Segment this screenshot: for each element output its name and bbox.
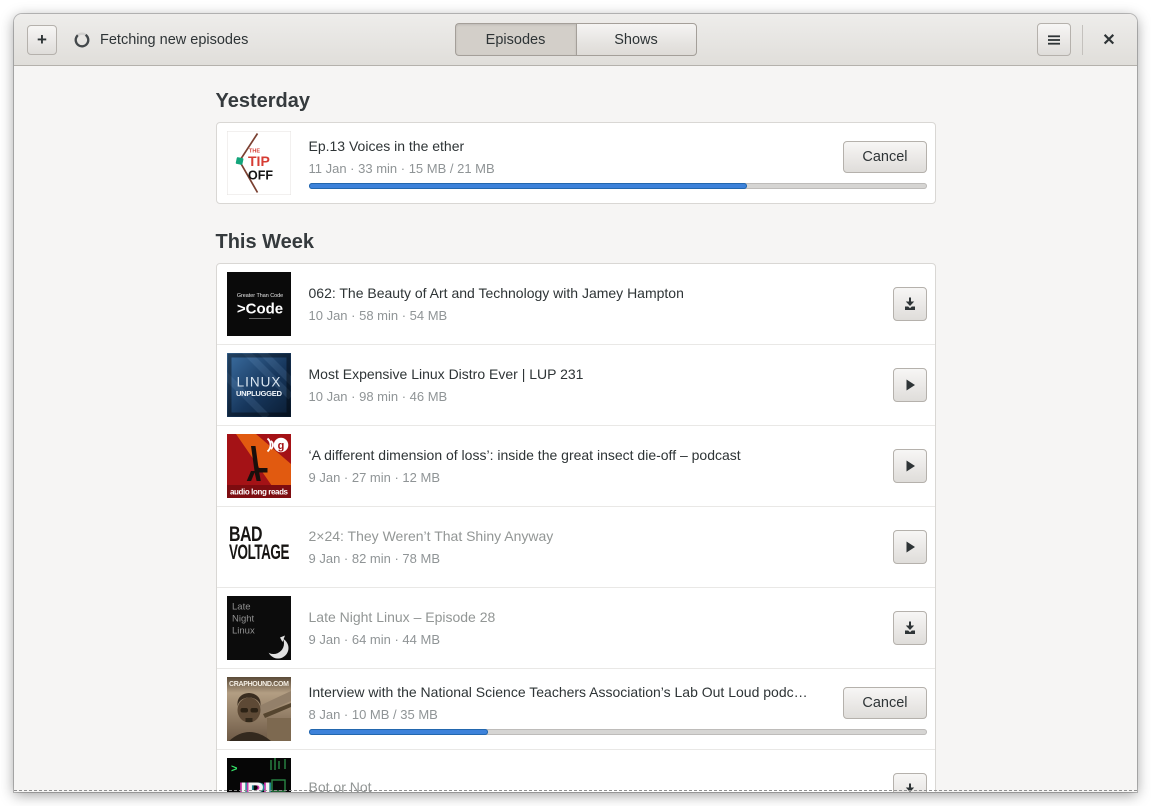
- scroll-undershoot-indicator: [14, 790, 1137, 791]
- play-icon: [906, 541, 915, 553]
- svg-text:>: >: [231, 763, 237, 775]
- episode-row-tip-off[interactable]: THE TIP OFF Ep.13 Voices in the ether 11…: [217, 123, 935, 203]
- section-title-yesterday: Yesterday: [215, 90, 311, 112]
- hamburger-icon: [1048, 34, 1060, 45]
- episode-row-craphound[interactable]: CRAPHOUND.COM Interview with the Nationa…: [216, 668, 935, 749]
- svg-text:audio long reads: audio long reads: [230, 488, 289, 497]
- svg-text:Night: Night: [232, 614, 255, 625]
- cancel-download-button[interactable]: Cancel: [843, 140, 927, 173]
- podcast-cover-greater-than-code: Greater Than Code >Code: [226, 272, 291, 336]
- episode-meta: 10 Jan · 98 min · 46 MB: [308, 389, 448, 404]
- play-button[interactable]: [892, 530, 927, 564]
- section-title-this-week: This Week: [215, 231, 315, 253]
- svg-text:VOLTAGE: VOLTAGE: [229, 540, 289, 564]
- episode-row-linux-unplugged[interactable]: LINUX UNPLUGGED Most Expensive Linux Dis…: [216, 344, 935, 425]
- svg-text:CRAPHOUND.COM: CRAPHOUND.COM: [229, 681, 289, 688]
- podcast-cover-audio-long-reads: g audio long reads: [226, 434, 291, 498]
- svg-text:g: g: [277, 440, 284, 452]
- download-icon: [904, 297, 915, 310]
- episode-title: 062: The Beauty of Art and Technology wi…: [308, 285, 684, 301]
- play-button[interactable]: [892, 368, 927, 402]
- close-window-button[interactable]: ✕: [1094, 25, 1124, 55]
- episode-row-bad-voltage[interactable]: BAD VOLTAGE 2×24: They Weren’t That Shin…: [216, 506, 935, 587]
- play-button[interactable]: [892, 449, 927, 483]
- episode-title: Interview with the National Science Teac…: [308, 683, 808, 700]
- svg-text:UNPLUGGED: UNPLUGGED: [236, 389, 283, 398]
- episode-meta: 8 Jan · 10 MB / 35 MB: [308, 706, 438, 722]
- download-button[interactable]: [892, 611, 927, 645]
- episode-title: Ep.13 Voices in the ether: [308, 137, 465, 154]
- episode-title: 2×24: They Weren’t That Shiny Anyway: [308, 528, 554, 544]
- download-button[interactable]: [892, 287, 927, 321]
- header-right-controls: ✕: [1037, 23, 1124, 56]
- episode-meta: 9 Jan · 82 min · 78 MB: [308, 551, 441, 566]
- menu-button[interactable]: [1037, 23, 1071, 56]
- episode-title: Most Expensive Linux Distro Ever | LUP 2…: [308, 366, 584, 382]
- close-icon: ✕: [1102, 31, 1116, 49]
- episode-title: ‘A different dimension of loss’: inside …: [308, 447, 741, 463]
- episode-row-late-night-linux[interactable]: Late Night Linux Late Night Linux – Epis…: [216, 587, 935, 668]
- podcast-cover-late-night-linux: Late Night Linux: [226, 596, 291, 660]
- svg-text:>Code: >Code: [236, 301, 282, 318]
- episode-meta: 10 Jan · 58 min · 54 MB: [308, 308, 448, 323]
- tab-shows[interactable]: Shows: [575, 23, 697, 56]
- tab-episodes[interactable]: Episodes: [454, 23, 576, 56]
- spinner-icon: [74, 32, 90, 48]
- podcast-cover-bad-voltage: BAD VOLTAGE: [226, 515, 291, 579]
- add-podcast-button[interactable]: +: [27, 24, 57, 55]
- podcast-cover-irl: > IRL IRL IRL: [226, 758, 291, 792]
- this-week-card: Greater Than Code >Code 062: The Beauty …: [215, 263, 936, 792]
- play-icon: [906, 460, 915, 472]
- view-switcher: Episodes Shows: [454, 23, 697, 56]
- podcast-cover-craphound: CRAPHOUND.COM: [226, 677, 291, 741]
- yesterday-card: THE TIP OFF Ep.13 Voices in the ether 11…: [215, 122, 936, 204]
- svg-text:Late: Late: [232, 602, 251, 613]
- svg-text:LINUX: LINUX: [236, 375, 281, 390]
- download-progressbar: [308, 728, 927, 735]
- episode-meta: 9 Jan · 27 min · 12 MB: [308, 470, 441, 485]
- episode-row-greater-than-code[interactable]: Greater Than Code >Code 062: The Beauty …: [217, 264, 935, 344]
- header-separator: [1082, 24, 1083, 55]
- svg-text:OFF: OFF: [248, 169, 273, 183]
- headerbar: + Fetching new episodes Episodes Shows ✕: [14, 14, 1137, 66]
- svg-text:TIP: TIP: [248, 153, 270, 169]
- episode-title: Late Night Linux – Episode 28: [308, 609, 496, 625]
- episode-meta: 9 Jan · 64 min · 44 MB: [308, 632, 441, 647]
- download-icon: [904, 621, 915, 634]
- podcast-cover-the-tip-off: THE TIP OFF: [226, 131, 291, 195]
- fetch-status-label: Fetching new episodes: [100, 31, 249, 48]
- download-progress-fill: [308, 728, 488, 735]
- podcasts-app-window: + Fetching new episodes Episodes Shows ✕…: [14, 14, 1137, 792]
- download-progressbar: [308, 182, 927, 189]
- episode-meta: 11 Jan · 33 min · 15 MB / 21 MB: [308, 160, 495, 176]
- cancel-download-button[interactable]: Cancel: [843, 686, 927, 719]
- svg-text:Greater Than Code: Greater Than Code: [236, 293, 282, 299]
- episodes-scroll-area[interactable]: Yesterday THE TIP OFF Ep.13 Voices in th…: [14, 66, 1137, 792]
- episode-row-audio-long-reads[interactable]: g audio long reads ‘A different dimensio…: [216, 425, 935, 506]
- play-icon: [906, 379, 915, 391]
- svg-text:Linux: Linux: [232, 626, 255, 637]
- download-progress-fill: [308, 182, 748, 189]
- episode-row-irl[interactable]: > IRL IRL IRL Bot or Not: [216, 749, 935, 792]
- podcast-cover-linux-unplugged: LINUX UNPLUGGED: [226, 353, 291, 417]
